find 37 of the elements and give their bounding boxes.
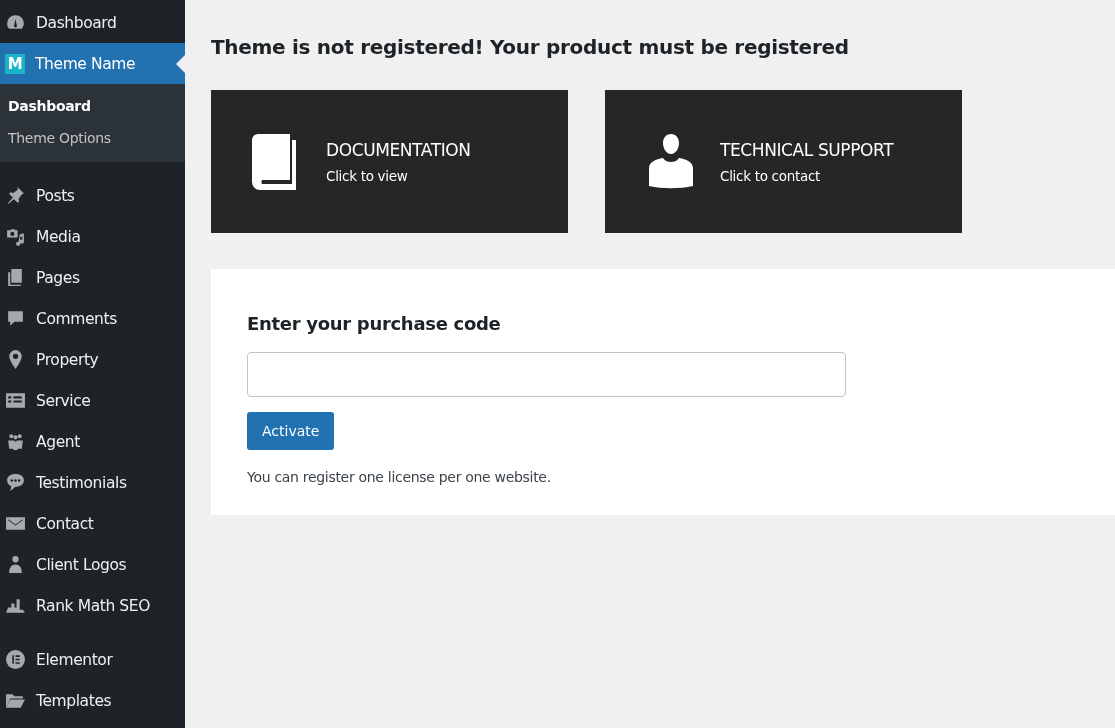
sidebar-item[interactable]: Posts [0, 175, 185, 216]
sidebar-item[interactable]: Service [0, 380, 185, 421]
sidebar-item[interactable]: Dashboard [0, 2, 185, 43]
sidebar-item[interactable]: Templates [0, 680, 185, 721]
person-icon [646, 133, 696, 190]
sidebar-item[interactable]: Agent [0, 421, 185, 462]
page-heading: Theme is not registered! Your product must be registered [211, 35, 850, 59]
sidebar-item[interactable]: Testimonials [0, 462, 185, 503]
submenu-item[interactable]: Dashboard [0, 90, 185, 122]
people-icon [5, 431, 26, 452]
sidebar-item[interactable]: Property [0, 339, 185, 380]
activate-button[interactable]: Activate [247, 412, 335, 450]
license-note: You can register one license per one website. [247, 469, 551, 485]
chat-bubble-icon [5, 472, 26, 493]
sidebar-item[interactable]: Rank Math SEO [0, 585, 185, 626]
camera-note-icon [5, 226, 26, 247]
link-card[interactable]: DOCUMENTATION Click to view [211, 90, 568, 233]
field-label: Enter your purchase code [247, 313, 501, 334]
submenu-item[interactable]: Theme Options [0, 122, 185, 154]
pin-icon [5, 185, 26, 206]
link-card[interactable]: TECHNICAL SUPPORT Click to contact [605, 90, 962, 233]
list-card-icon [5, 390, 26, 411]
card-title: DOCUMENTATION [326, 139, 471, 160]
card-subtitle: Click to view [326, 167, 409, 184]
sidebar-item[interactable]: Pages [0, 257, 185, 298]
sidebar-item[interactable]: M Theme Name [0, 43, 185, 84]
sidebar-item[interactable]: Contact [0, 503, 185, 544]
speech-bubble-icon [5, 308, 26, 329]
card-subtitle: Click to contact [720, 167, 822, 184]
purchase-code-field[interactable] [247, 352, 846, 397]
sidebar-item[interactable]: Media [0, 216, 185, 257]
circle-e-icon [5, 649, 26, 670]
card-title: TECHNICAL SUPPORT [720, 139, 894, 160]
sidebar-item[interactable]: Elementor [0, 639, 185, 680]
theme-logo: M [5, 53, 25, 74]
sidebar-item[interactable]: Client Logos [0, 544, 185, 585]
sidebar-item[interactable]: Comments [0, 298, 185, 339]
